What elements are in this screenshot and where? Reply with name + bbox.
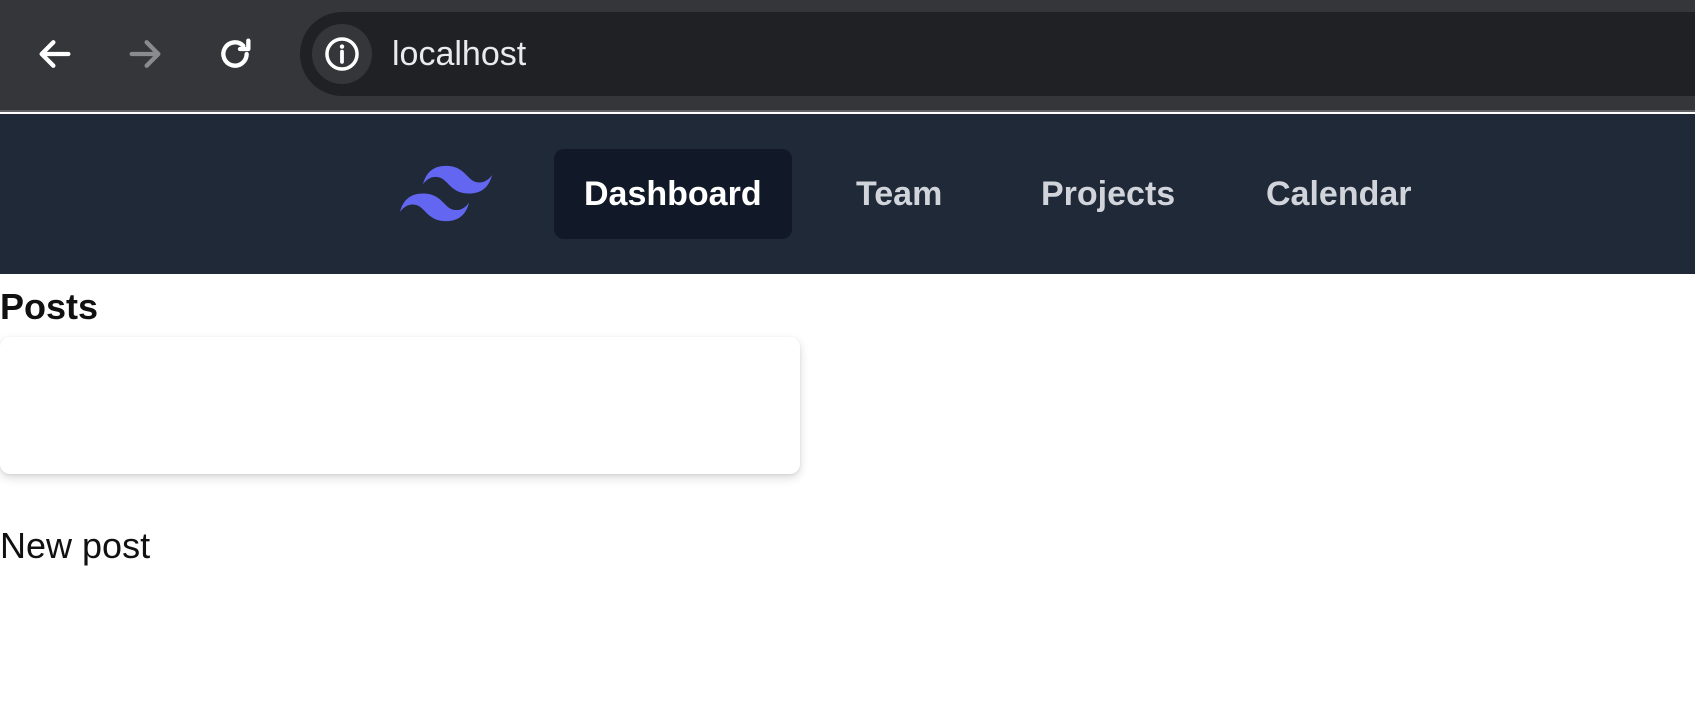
browser-toolbar: localhost <box>0 0 1695 112</box>
back-button[interactable] <box>25 24 85 84</box>
info-icon <box>325 37 359 71</box>
tailwind-logo-icon[interactable] <box>400 164 492 224</box>
arrow-right-icon <box>129 40 161 68</box>
address-bar[interactable]: localhost <box>300 12 1695 96</box>
nav-item-dashboard[interactable]: Dashboard <box>554 149 792 239</box>
site-info-button[interactable] <box>312 24 372 84</box>
reload-button[interactable] <box>205 24 265 84</box>
nav-item-projects[interactable]: Projects <box>1011 149 1205 239</box>
posts-heading: Posts <box>0 286 99 327</box>
arrow-left-icon <box>39 40 71 68</box>
url-text[interactable]: localhost <box>392 12 526 96</box>
forward-button[interactable] <box>115 24 175 84</box>
posts-card <box>0 337 800 474</box>
top-navigation: Dashboard Team Projects Calendar <box>0 114 1695 274</box>
reload-icon <box>221 38 251 68</box>
nav-item-team[interactable]: Team <box>826 149 972 239</box>
new-post-link[interactable]: New post <box>0 522 150 570</box>
nav-item-calendar[interactable]: Calendar <box>1236 149 1442 239</box>
